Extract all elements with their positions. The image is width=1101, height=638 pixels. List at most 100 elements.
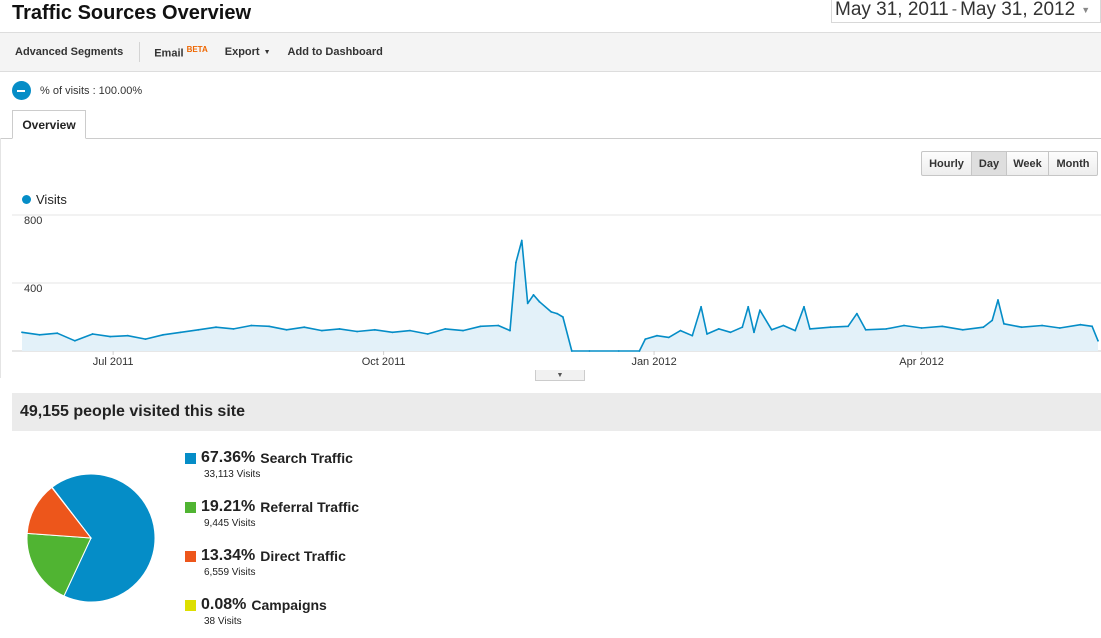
date-range-picker[interactable]: May 31, 2011 - May 31, 2012 ▼ [831,0,1101,23]
data-point [56,332,59,335]
data-point [570,350,573,352]
traffic-source-visits: 38 Visits [204,616,242,627]
add-to-dashboard-button[interactable]: Add to Dashboard [288,46,383,58]
traffic-source-link[interactable]: Direct Traffic [260,548,346,564]
summary-headline: 49,155 people visited this site [20,403,245,420]
data-point [1058,327,1061,329]
data-point [700,305,702,308]
data-point [268,325,270,328]
tab-overview[interactable]: Overview [12,110,86,139]
data-point [920,327,923,329]
data-point [856,312,858,315]
data-point [770,328,773,331]
data-point [321,329,323,332]
advanced-segments-button[interactable]: Advanced Segments [15,46,123,58]
week-button[interactable]: Week [1007,152,1049,175]
pie-segment-icon[interactable] [12,81,31,100]
data-point [679,329,682,332]
export-button[interactable]: Export ▼ [225,46,271,58]
traffic-source-percent: 13.34% [201,547,256,564]
color-swatch-icon [185,501,196,513]
data-point [126,334,129,337]
data-point [1020,326,1023,329]
data-point [941,325,944,328]
triangle-down-icon[interactable]: ▼ [1081,5,1090,15]
legend-dot-icon [22,195,31,204]
data-point [409,329,411,332]
summary-bar: 49,155 people visited this site [12,393,1101,431]
data-point [691,334,694,337]
traffic-source-header: 13.34% Direct Traffic [185,547,485,565]
data-point [588,350,591,352]
data-point [373,328,376,331]
data-point [1097,339,1099,342]
x-tick-label: Jul 2011 [93,356,134,368]
traffic-source-header: 67.36% Search Traffic [185,449,485,467]
page-title: Traffic Sources Overview [12,2,252,24]
data-point [617,350,620,352]
data-point [997,299,999,301]
data-point [509,329,511,332]
data-point [74,339,76,342]
segment-label: % of visits : 100.00% [40,84,143,97]
data-point [162,333,165,336]
data-point [426,333,429,335]
traffic-source-link[interactable]: Search Traffic [260,450,353,466]
traffic-source-percent: 67.36% [201,449,256,466]
visits-line-chart[interactable]: 800 400 Jul 2011 Oct 2011 Jan 2012 Apr 2012 [0,205,1101,370]
data-point [706,333,708,335]
data-point [391,331,394,334]
data-point [532,294,535,296]
data-point [717,328,720,330]
data-point [809,328,811,330]
x-tick-label: Oct 2011 [362,356,406,368]
data-point [462,329,464,332]
traffic-source-item: 67.36% Search Traffic 33,113 Visits [185,449,485,480]
data-point [741,326,744,329]
data-point [991,319,994,322]
data-point [338,328,341,330]
color-swatch-icon [185,452,196,464]
data-point [1079,323,1082,326]
visits-area-fill [22,240,1098,351]
triangle-down-icon: ▼ [556,371,564,379]
data-point [562,316,564,318]
data-point [520,239,523,242]
data-point [782,324,785,327]
toolbar: Advanced Segments Email BETA Export ▼ Add … [0,32,1101,72]
data-point [21,331,23,334]
data-point [515,261,517,264]
data-point [753,331,755,334]
data-point [285,328,288,331]
color-swatch-icon [185,550,196,562]
y-tick-label: 800 [24,215,42,227]
x-tick-label: Jan 2012 [631,356,676,368]
data-point [444,328,447,330]
data-point [644,338,647,340]
hourly-button[interactable]: Hourly [922,152,972,175]
data-point [903,324,905,327]
data-point [215,326,217,329]
data-point [179,331,182,334]
traffic-source-percent: 19.21% [201,498,256,515]
traffic-source-header: 19.21% Referral Traffic [185,498,485,516]
day-button[interactable]: Day [972,152,1007,175]
traffic-source-header: 0.08% Campaigns [185,596,485,614]
data-point [667,336,670,339]
traffic-source-item: 19.21% Referral Traffic 9,445 Visits [185,498,485,529]
collapse-chart-button[interactable]: ▼ [535,370,585,381]
traffic-source-visits: 9,445 Visits [204,518,256,529]
color-swatch-icon [185,599,196,611]
email-button[interactable]: Email BETA [154,45,208,60]
data-point [803,305,805,308]
export-label: Export [224,46,260,58]
tabs-divider [0,138,1101,139]
date-range-separator: - [951,0,958,18]
traffic-source-link[interactable]: Referral Traffic [260,499,359,515]
traffic-source-link[interactable]: Campaigns [251,597,326,613]
data-point [982,326,985,329]
segment-indicator: % of visits : 100.00% [12,81,142,100]
month-button[interactable]: Month [1049,152,1097,175]
data-point [232,328,235,330]
data-point [747,305,750,308]
